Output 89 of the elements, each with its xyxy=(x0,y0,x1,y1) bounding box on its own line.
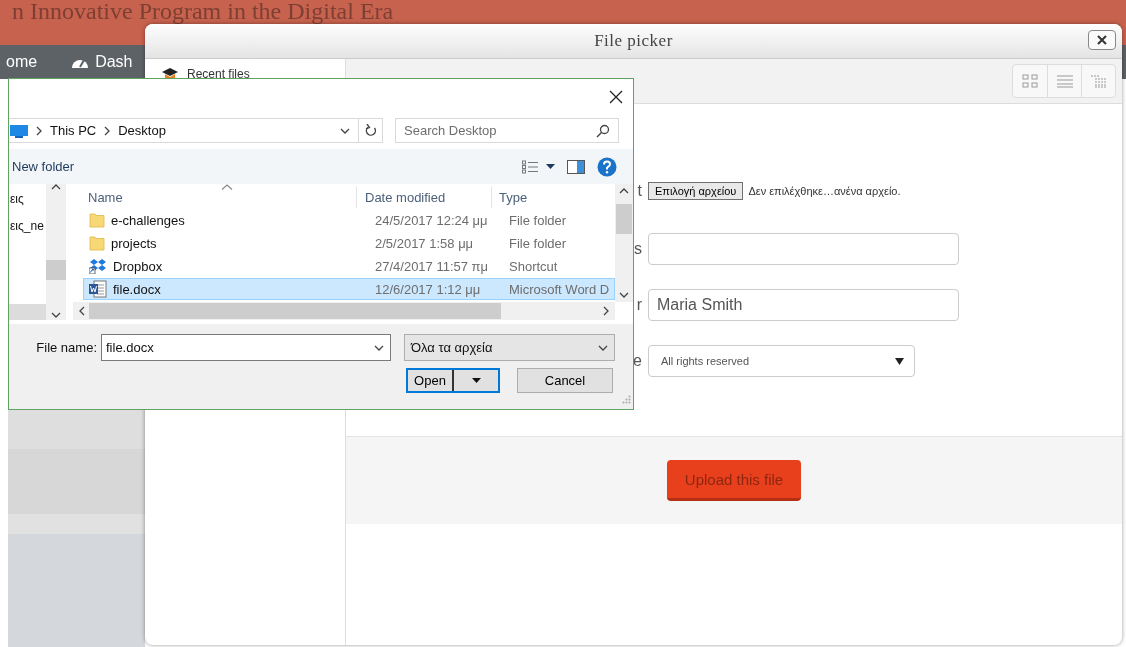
nav-link[interactable]: Dash xyxy=(71,53,133,71)
dropdown-chevron-icon xyxy=(374,344,384,351)
caret-down-icon xyxy=(546,164,555,169)
site-title: n Innovative Program in the Digital Era xyxy=(11,0,395,22)
dropdown-chevron-icon xyxy=(340,127,350,134)
grid-icon xyxy=(1022,74,1038,88)
close-icon xyxy=(1096,35,1108,45)
file-row[interactable]: Dropbox 27/4/2017 11:57 πμ Shortcut xyxy=(83,255,615,277)
search-icon xyxy=(596,123,610,138)
choose-file-button[interactable]: Επιλογή αρχείου xyxy=(648,182,744,200)
nav-link[interactable]: ome xyxy=(6,53,38,71)
scrollbar-thumb[interactable] xyxy=(46,260,66,280)
file-type: File folder xyxy=(508,235,568,251)
field-label: s xyxy=(634,240,642,257)
chevron-up-icon xyxy=(619,188,629,194)
close-button[interactable] xyxy=(1088,30,1116,50)
chevron-down-icon xyxy=(619,292,629,298)
file-date: 12/6/2017 1:12 μμ xyxy=(374,281,482,297)
field-label: r xyxy=(636,296,642,313)
repository-link[interactable]: Recent files xyxy=(187,67,250,81)
tree-list-icon xyxy=(1089,74,1108,88)
details-view-icon xyxy=(522,159,538,174)
breadcrumb-separator-icon xyxy=(36,125,42,136)
file-status: Δεν επιλέχθηκε…ανένα αρχείο. xyxy=(748,185,901,197)
document-icon xyxy=(89,280,107,298)
preview-pane-button[interactable] xyxy=(567,159,585,174)
file-name: e-challenges xyxy=(111,212,185,228)
file-name-label: File name: xyxy=(35,340,97,355)
file-type-filter[interactable]: Όλα τα αρχεία xyxy=(404,334,615,361)
dropbox-icon xyxy=(89,258,107,274)
chevron-right-icon xyxy=(603,306,609,316)
caret-down-icon xyxy=(895,357,904,365)
sort-caret-icon xyxy=(221,184,233,190)
file-date: 24/5/2017 12:24 μμ xyxy=(374,212,489,228)
list-icon xyxy=(1055,74,1074,88)
file-row[interactable]: projects 2/5/2017 1:58 μμ File folder xyxy=(83,232,615,254)
column-header[interactable]: Name xyxy=(73,186,356,208)
chevron-up-icon xyxy=(51,184,61,190)
file-date: 2/5/2017 1:58 μμ xyxy=(374,235,475,251)
file-name-field[interactable]: file.docx xyxy=(101,334,391,361)
breadcrumb[interactable]: Desktop xyxy=(118,123,166,138)
resize-grip-icon xyxy=(622,395,631,404)
scrollbar-thumb[interactable] xyxy=(89,303,501,319)
column-header[interactable]: Date modified xyxy=(356,186,491,208)
refresh-icon xyxy=(364,124,377,137)
file-type: Microsoft Word D xyxy=(508,281,611,297)
close-icon xyxy=(609,90,623,104)
breadcrumb-separator-icon xyxy=(104,125,111,136)
field-label: e xyxy=(633,352,642,369)
new-folder-button[interactable]: New folder xyxy=(9,158,81,175)
file-name: file.docx xyxy=(113,281,161,297)
scrollbar[interactable] xyxy=(46,184,66,320)
license-select[interactable]: All rights reserved xyxy=(648,345,915,377)
text-field[interactable]: Maria Smith xyxy=(648,289,959,321)
chevron-left-icon xyxy=(79,306,85,316)
search-field[interactable]: Search Desktop xyxy=(395,118,619,143)
close-button[interactable] xyxy=(609,90,623,104)
scrollbar-thumb[interactable] xyxy=(9,304,46,320)
file-type: Shortcut xyxy=(508,258,559,274)
scrollbar-thumb[interactable] xyxy=(616,204,632,234)
folder-icon xyxy=(89,235,105,251)
caret-down-icon xyxy=(471,378,481,383)
file-type: File folder xyxy=(508,212,568,228)
breadcrumb[interactable]: This PC xyxy=(50,123,97,138)
modal-title: File picker xyxy=(594,31,673,51)
field-label: t xyxy=(637,182,642,199)
view-menu-button[interactable] xyxy=(522,159,555,174)
scrollbar[interactable] xyxy=(73,302,615,320)
cancel-button[interactable]: Cancel xyxy=(517,368,613,393)
scrollbar[interactable] xyxy=(615,184,633,302)
navigation-item[interactable]: εις_ne xyxy=(10,219,46,233)
file-name: projects xyxy=(111,235,157,251)
help-icon xyxy=(597,156,617,177)
dropdown-chevron-icon xyxy=(598,344,608,351)
open-button[interactable]: Open xyxy=(406,368,500,393)
preview-pane-icon xyxy=(567,159,585,174)
folder-icon xyxy=(89,212,105,228)
file-row[interactable]: file.docx 12/6/2017 1:12 μμ Microsoft Word D xyxy=(83,278,615,300)
file-name: Dropbox xyxy=(113,258,163,274)
file-date: 27/4/2017 11:57 πμ xyxy=(374,258,490,274)
navigation-item[interactable]: εις xyxy=(10,192,46,206)
column-header[interactable]: Type xyxy=(491,186,601,208)
address-bar[interactable]: This PC Desktop xyxy=(9,118,359,143)
text-field[interactable] xyxy=(648,233,959,265)
refresh-button[interactable] xyxy=(359,118,383,143)
monitor-icon xyxy=(10,123,28,138)
file-row[interactable]: e-challenges 24/5/2017 12:24 μμ File folder xyxy=(83,209,615,231)
help-button[interactable] xyxy=(597,156,617,177)
chevron-down-icon xyxy=(51,312,61,318)
